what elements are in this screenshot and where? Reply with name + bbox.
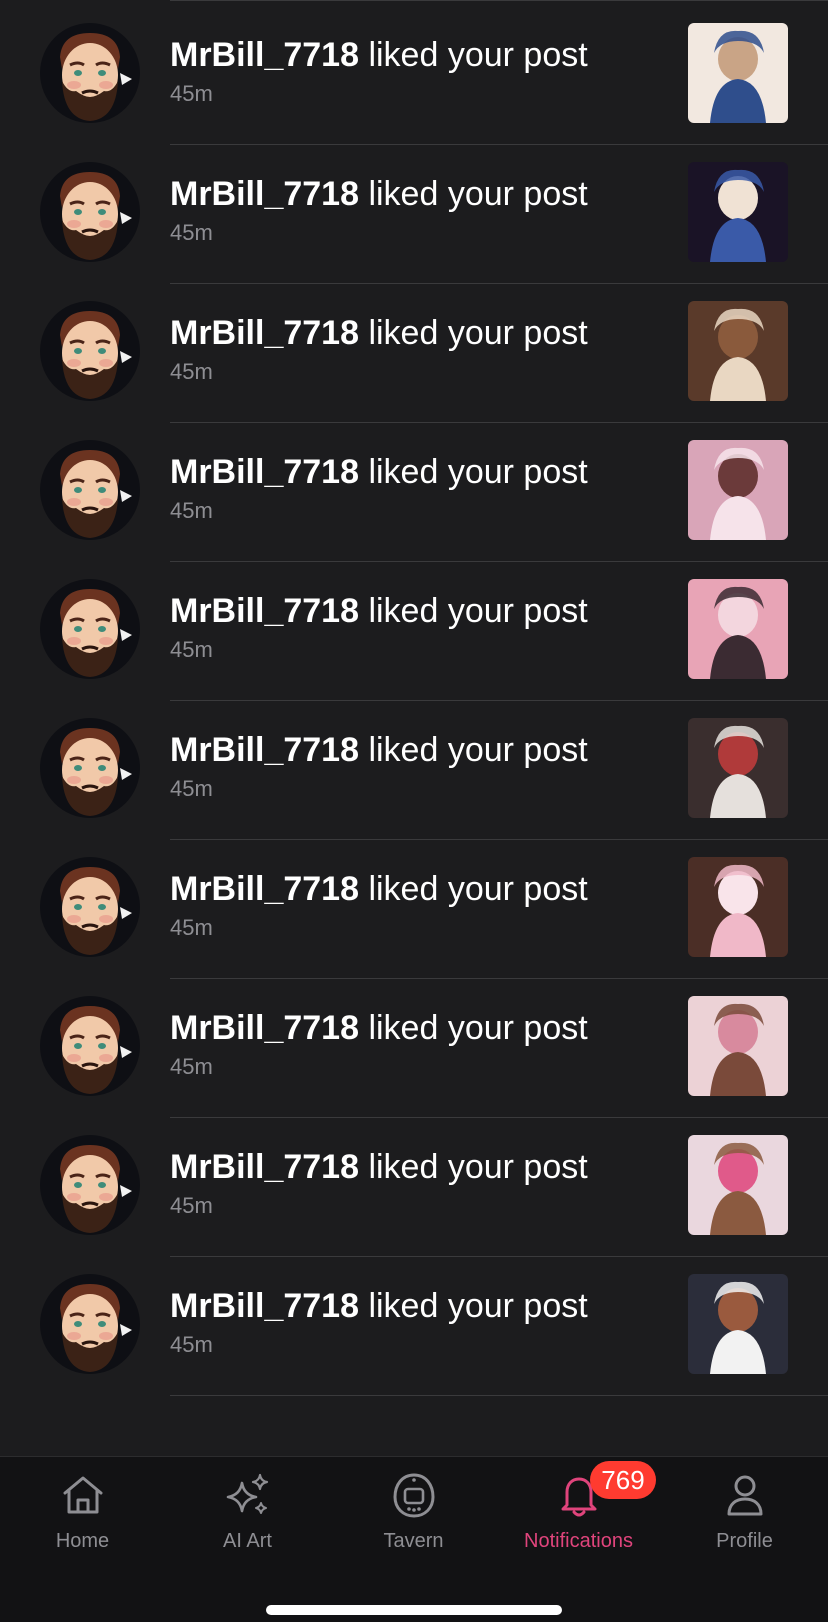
post-thumbnail[interactable]	[688, 996, 788, 1096]
post-thumbnail[interactable]	[688, 301, 788, 401]
avatar[interactable]	[40, 23, 140, 123]
notification-text: MrBill_7718 liked your post 45m	[170, 1286, 670, 1358]
notification-action: liked your post	[368, 314, 588, 352]
person-icon	[727, 1475, 762, 1516]
post-thumbnail[interactable]	[688, 162, 788, 262]
notifications-list[interactable]: MrBill_7718 liked your post 45m MrBill_7…	[0, 0, 828, 1456]
username-link[interactable]: MrBill_7718	[170, 731, 359, 769]
notification-action: liked your post	[368, 731, 588, 769]
notification-action: liked your post	[368, 36, 588, 74]
notification-action: liked your post	[368, 1287, 588, 1325]
notification-row[interactable]: MrBill_7718 liked your post 45m	[0, 696, 828, 840]
timestamp: 45m	[170, 776, 213, 801]
notification-row[interactable]: MrBill_7718 liked your post 45m	[0, 279, 828, 423]
post-thumbnail[interactable]	[688, 718, 788, 818]
notification-action: liked your post	[368, 175, 588, 213]
avatar[interactable]	[40, 162, 140, 262]
notification-row[interactable]: MrBill_7718 liked your post 45m	[0, 1252, 828, 1396]
home-indicator[interactable]	[266, 1605, 562, 1615]
tab-label: Home	[55, 1530, 110, 1552]
timestamp: 45m	[170, 1054, 213, 1079]
post-thumbnail[interactable]	[688, 857, 788, 957]
timestamp: 45m	[170, 915, 213, 940]
tab-profile[interactable]: Profile	[662, 1471, 827, 1561]
avatar[interactable]	[40, 579, 140, 679]
notification-message: MrBill_7718 liked your post	[170, 313, 670, 353]
tab-label: Profile	[716, 1530, 773, 1552]
home-icon	[63, 1476, 102, 1514]
notification-message: MrBill_7718 liked your post	[170, 1286, 670, 1326]
tab-ai-art[interactable]: AI Art	[165, 1471, 330, 1561]
notification-row[interactable]: MrBill_7718 liked your post 45m	[0, 1, 828, 145]
notification-message: MrBill_7718 liked your post	[170, 1147, 670, 1187]
timestamp: 45m	[170, 637, 213, 662]
notification-message: MrBill_7718 liked your post	[170, 869, 670, 909]
avatar[interactable]	[40, 440, 140, 540]
tab-bar: Home AI Art Tavern Notifications 769 Pro…	[0, 1456, 828, 1622]
notification-message: MrBill_7718 liked your post	[170, 174, 670, 214]
avatar[interactable]	[40, 1135, 140, 1235]
notification-action: liked your post	[368, 453, 588, 491]
timestamp: 45m	[170, 81, 213, 106]
username-link[interactable]: MrBill_7718	[170, 870, 359, 908]
notification-action: liked your post	[368, 870, 588, 908]
username-link[interactable]: MrBill_7718	[170, 314, 359, 352]
divider	[170, 1395, 828, 1396]
avatar[interactable]	[40, 996, 140, 1096]
notification-text: MrBill_7718 liked your post 45m	[170, 591, 670, 663]
timestamp: 45m	[170, 359, 213, 384]
notification-text: MrBill_7718 liked your post 45m	[170, 730, 670, 802]
avatar[interactable]	[40, 301, 140, 401]
username-link[interactable]: MrBill_7718	[170, 1009, 359, 1047]
notification-text: MrBill_7718 liked your post 45m	[170, 313, 670, 385]
post-thumbnail[interactable]	[688, 23, 788, 123]
tamagotchi-icon	[392, 1473, 435, 1518]
avatar[interactable]	[40, 1274, 140, 1374]
tab-tavern[interactable]: Tavern	[331, 1471, 496, 1561]
sparkles-icon	[226, 1473, 268, 1514]
notification-text: MrBill_7718 liked your post 45m	[170, 1008, 670, 1080]
notification-message: MrBill_7718 liked your post	[170, 1008, 670, 1048]
tab-label: Notifications	[524, 1530, 633, 1552]
notification-message: MrBill_7718 liked your post	[170, 591, 670, 631]
username-link[interactable]: MrBill_7718	[170, 453, 359, 491]
notification-message: MrBill_7718 liked your post	[170, 730, 670, 770]
tab-label: AI Art	[223, 1530, 272, 1552]
notification-row[interactable]: MrBill_7718 liked your post 45m	[0, 140, 828, 284]
post-thumbnail[interactable]	[688, 579, 788, 679]
notification-text: MrBill_7718 liked your post 45m	[170, 869, 670, 941]
username-link[interactable]: MrBill_7718	[170, 175, 359, 213]
notification-row[interactable]: MrBill_7718 liked your post 45m	[0, 418, 828, 562]
tab-label: Tavern	[383, 1530, 444, 1552]
notification-action: liked your post	[368, 1009, 588, 1047]
timestamp: 45m	[170, 220, 213, 245]
notification-message: MrBill_7718 liked your post	[170, 35, 670, 75]
notification-text: MrBill_7718 liked your post 45m	[170, 35, 670, 107]
post-thumbnail[interactable]	[688, 1274, 788, 1374]
timestamp: 45m	[170, 1332, 213, 1357]
notification-action: liked your post	[368, 1148, 588, 1186]
avatar[interactable]	[40, 857, 140, 957]
timestamp: 45m	[170, 498, 213, 523]
notification-message: MrBill_7718 liked your post	[170, 452, 670, 492]
notification-text: MrBill_7718 liked your post 45m	[170, 174, 670, 246]
avatar[interactable]	[40, 718, 140, 818]
notification-text: MrBill_7718 liked your post 45m	[170, 452, 670, 524]
username-link[interactable]: MrBill_7718	[170, 592, 359, 630]
notification-row[interactable]: MrBill_7718 liked your post 45m	[0, 974, 828, 1118]
timestamp: 45m	[170, 1193, 213, 1218]
notification-action: liked your post	[368, 592, 588, 630]
tab-home[interactable]: Home	[0, 1471, 165, 1561]
notification-row[interactable]: MrBill_7718 liked your post 45m	[0, 557, 828, 701]
username-link[interactable]: MrBill_7718	[170, 36, 359, 74]
username-link[interactable]: MrBill_7718	[170, 1148, 359, 1186]
notification-count-badge: 769	[590, 1461, 656, 1499]
notification-row[interactable]: MrBill_7718 liked your post 45m	[0, 835, 828, 979]
notification-row[interactable]: MrBill_7718 liked your post 45m	[0, 1113, 828, 1257]
notification-text: MrBill_7718 liked your post 45m	[170, 1147, 670, 1219]
post-thumbnail[interactable]	[688, 1135, 788, 1235]
username-link[interactable]: MrBill_7718	[170, 1287, 359, 1325]
post-thumbnail[interactable]	[688, 440, 788, 540]
